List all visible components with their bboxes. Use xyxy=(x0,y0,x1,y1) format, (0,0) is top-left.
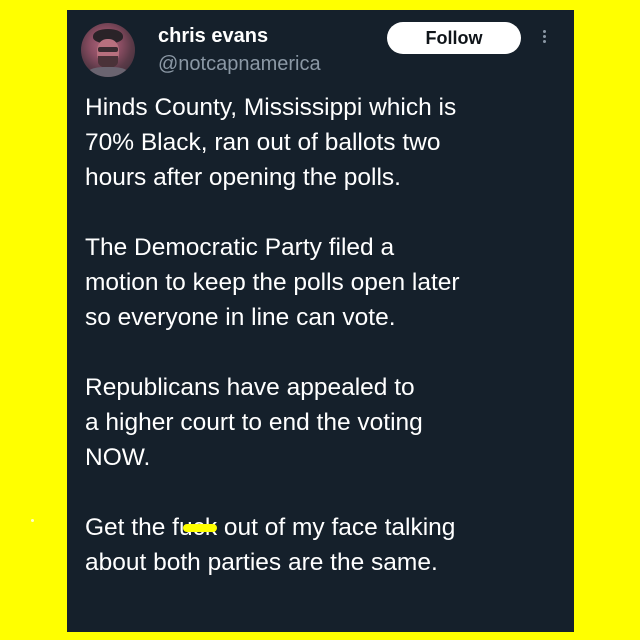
tweet-line: a higher court to end the voting xyxy=(85,409,423,436)
more-vertical-icon[interactable] xyxy=(537,28,551,52)
censor-bar xyxy=(182,524,218,532)
tweet-line: Republicans have appealed to xyxy=(85,374,415,401)
tweet-line: 70% Black, ran out of ballots two xyxy=(85,129,441,156)
tweet-paragraph-3: Republicans have appealed to a higher co… xyxy=(85,370,565,475)
tweet-card: chris evans @notcapnamerica Follow Hinds… xyxy=(67,10,574,632)
tweet-line: so everyone in line can vote. xyxy=(85,304,396,331)
tweet-text-fragment: out of my face talking xyxy=(217,514,456,541)
tweet-paragraph-4: Get the fuck out of my face talking abou… xyxy=(85,510,565,580)
tweet-line: about both parties are the same. xyxy=(85,549,438,576)
tweet-line: The Democratic Party filed a xyxy=(85,234,395,261)
tweet-text-fragment: Get the f xyxy=(85,514,179,541)
tweet-line: motion to keep the polls open later xyxy=(85,269,460,296)
author-handle[interactable]: @notcapnamerica xyxy=(158,52,321,76)
follow-button[interactable]: Follow xyxy=(387,22,521,54)
tweet-text: Hinds County, Mississippi which is 70% B… xyxy=(85,90,565,615)
avatar-glasses xyxy=(98,47,118,52)
tweet-line: Get the fuck out of my face talking xyxy=(85,510,565,545)
yellow-background: chris evans @notcapnamerica Follow Hinds… xyxy=(0,0,640,640)
censored-word: uck xyxy=(179,510,218,545)
author-display-name[interactable]: chris evans xyxy=(158,24,268,48)
tweet-line: Hinds County, Mississippi which is xyxy=(85,94,457,121)
tweet-line: hours after opening the polls. xyxy=(85,164,401,191)
tweet-line: NOW. xyxy=(85,444,151,471)
avatar[interactable] xyxy=(81,23,135,77)
tweet-paragraph-2: The Democratic Party filed a motion to k… xyxy=(85,230,565,335)
decorative-dot xyxy=(31,519,34,522)
tweet-paragraph-1: Hinds County, Mississippi which is 70% B… xyxy=(85,90,565,195)
avatar-shirt xyxy=(87,67,129,77)
